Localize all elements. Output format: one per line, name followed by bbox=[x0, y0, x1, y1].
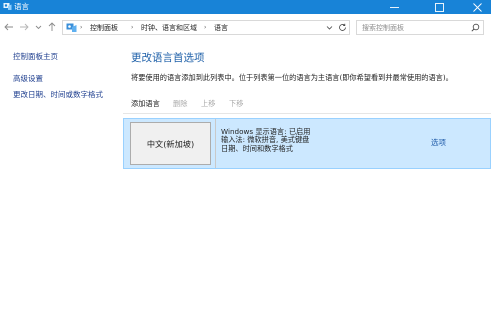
sidebar-item-control-panel-home[interactable]: 控制面板主页 bbox=[13, 52, 58, 62]
minimize-icon bbox=[389, 6, 399, 8]
up-button[interactable] bbox=[47, 22, 57, 32]
search-placeholder: 搜索控制面板 bbox=[362, 24, 404, 32]
sidebar-item-change-date-time-format[interactable]: 更改日期、时间或数字格式 bbox=[13, 90, 103, 100]
page-title: 更改语言首选项 bbox=[131, 52, 205, 64]
maximize-button[interactable] bbox=[425, 0, 453, 14]
up-arrow-icon bbox=[48, 22, 56, 31]
refresh-button[interactable] bbox=[336, 21, 348, 34]
chevron-down-icon bbox=[35, 25, 42, 30]
breadcrumb-control-panel[interactable]: 控制面板 bbox=[90, 22, 118, 34]
navigation-bar: › 控制面板 › 时钟、语言和区域 › 语言 搜索控制面板 bbox=[0, 14, 491, 40]
language-tile[interactable]: 中文(新加坡) bbox=[130, 122, 211, 165]
search-icon bbox=[471, 23, 480, 32]
control-panel-icon bbox=[3, 2, 12, 11]
back-button[interactable] bbox=[4, 22, 14, 32]
forward-arrow-icon bbox=[20, 23, 29, 31]
language-details: Windows 显示语言: 已启用 输入法: 微软拼音, 美式键盘 日期、时间和… bbox=[221, 127, 310, 153]
page-description: 将要使用的语言添加到此列表中。位于列表第一位的语言为主语言(即你希望看到并最常使… bbox=[131, 73, 453, 82]
move-down-button[interactable]: 下移 bbox=[229, 99, 243, 109]
breadcrumb-separator-icon: › bbox=[204, 24, 207, 31]
title-bar: 语言 bbox=[0, 0, 491, 14]
sidebar-item-advanced-settings[interactable]: 高级设置 bbox=[13, 74, 43, 84]
address-bar[interactable]: › 控制面板 › 时钟、语言和区域 › 语言 bbox=[62, 20, 350, 35]
language-options-link[interactable]: 选项 bbox=[431, 138, 446, 148]
recent-locations-button[interactable] bbox=[35, 23, 42, 33]
forward-button[interactable] bbox=[19, 22, 29, 32]
date-time-format-info: 日期、时间和数字格式 bbox=[221, 143, 293, 153]
language-list-empty-area bbox=[123, 169, 491, 312]
close-icon bbox=[472, 2, 482, 12]
refresh-icon bbox=[338, 23, 346, 31]
chevron-down-icon bbox=[326, 26, 332, 30]
language-list-item[interactable]: 中文(新加坡) Windows 显示语言: 已启用 输入法: 微软拼音, 美式键… bbox=[123, 118, 491, 169]
breadcrumb-clock-language-region[interactable]: 时钟、语言和区域 bbox=[141, 22, 197, 34]
toolbar-divider bbox=[123, 113, 491, 114]
back-arrow-icon bbox=[4, 23, 13, 31]
add-language-button[interactable]: 添加语言 bbox=[131, 99, 160, 109]
remove-button[interactable]: 删除 bbox=[173, 99, 187, 109]
control-panel-icon bbox=[66, 22, 77, 33]
maximize-icon bbox=[434, 2, 444, 12]
language-divider bbox=[215, 119, 216, 168]
minimize-button[interactable] bbox=[380, 0, 408, 14]
window-title: 语言 bbox=[14, 2, 29, 11]
breadcrumb-separator-icon: › bbox=[80, 24, 83, 31]
search-input[interactable]: 搜索控制面板 bbox=[356, 20, 484, 35]
breadcrumb-separator-icon: › bbox=[131, 24, 134, 31]
move-up-button[interactable]: 上移 bbox=[201, 99, 215, 109]
breadcrumb-language[interactable]: 语言 bbox=[214, 22, 228, 34]
close-button[interactable] bbox=[463, 0, 491, 14]
address-history-button[interactable] bbox=[323, 21, 335, 34]
